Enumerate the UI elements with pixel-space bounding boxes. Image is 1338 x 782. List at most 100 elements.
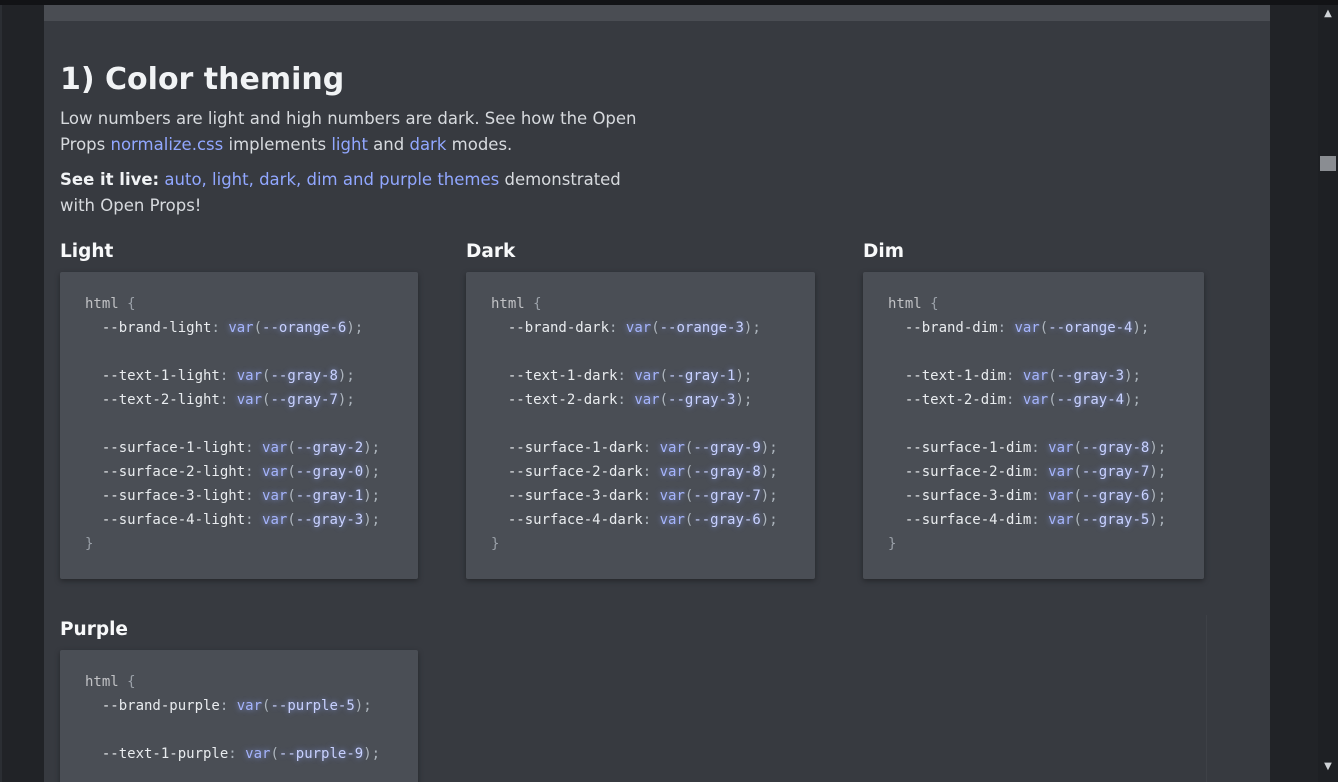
code-brace: { (127, 674, 136, 690)
code-variable: --gray-8 (270, 368, 338, 384)
vertical-scrollbar[interactable]: ▲ ▼ (1318, 5, 1338, 782)
code-brace: { (127, 296, 136, 312)
dark-link[interactable]: dark (409, 135, 446, 154)
code-semicolon: ; (371, 464, 381, 480)
code-colon: : (211, 320, 220, 336)
code-function: var (228, 320, 254, 336)
code-line: --surface-3-dim: var(--gray-6); (888, 484, 1179, 508)
code-semicolon: ; (1157, 488, 1167, 504)
code-paren: ) (1149, 464, 1158, 480)
content-top-bar (44, 5, 1270, 21)
code-paren: ( (270, 746, 279, 762)
code-colon: : (617, 368, 626, 384)
code-paren: ( (287, 440, 296, 456)
code-colon: : (245, 488, 254, 504)
code-paren: ) (760, 464, 770, 480)
code-paren: ) (760, 440, 770, 456)
code-colon: : (228, 746, 237, 762)
see-it-live-label: See it live: (60, 170, 160, 189)
code-colon: : (219, 698, 229, 714)
code-text: html { --brand-dim: var(--orange-4); --t… (863, 272, 1204, 576)
code-variable: --gray-7 (693, 488, 761, 504)
theme-heading-light: Light (60, 241, 114, 262)
code-variable: --gray-8 (1081, 440, 1150, 456)
code-function: var (659, 464, 685, 480)
code-brace: { (930, 296, 939, 312)
code-text: html { --brand-purple: var(--purple-5); … (60, 650, 418, 782)
code-paren: ( (253, 320, 263, 336)
intro-paragraph: Low numbers are light and high numbers a… (60, 106, 645, 158)
code-semicolon: ; (1157, 464, 1167, 480)
code-property: --surface-1-dim (904, 440, 1032, 456)
code-block-purple: html { --brand-purple: var(--purple-5); … (60, 650, 418, 782)
code-line: html { (491, 292, 790, 316)
normalize-css-link[interactable]: normalize.css (111, 135, 224, 154)
code-function: var (1048, 440, 1074, 456)
code-paren: ) (363, 746, 372, 762)
code-paren: ( (1073, 440, 1082, 456)
code-semicolon: ; (769, 440, 778, 456)
divider (1206, 615, 1207, 782)
scroll-down-arrow-icon[interactable]: ▼ (1318, 760, 1338, 774)
theme-heading-purple: Purple (60, 619, 128, 640)
code-paren: ( (1073, 512, 1082, 528)
code-selector: html (85, 296, 119, 312)
code-variable: --gray-1 (295, 488, 364, 504)
code-paren: ) (1124, 368, 1133, 384)
scroll-up-arrow-icon[interactable]: ▲ (1318, 7, 1338, 21)
code-property: --text-2-dark (507, 392, 618, 408)
code-function: var (659, 488, 685, 504)
code-block-dim: html { --brand-dim: var(--orange-4); --t… (863, 272, 1204, 579)
code-semicolon: ; (1140, 320, 1150, 336)
code-line: html { (85, 292, 393, 316)
code-variable: --gray-7 (270, 392, 338, 408)
code-property: --text-1-dark (507, 368, 618, 384)
left-gutter (0, 5, 46, 782)
code-line: --surface-4-dark: var(--gray-6); (491, 508, 790, 532)
code-function: var (262, 512, 288, 528)
code-function: var (262, 440, 288, 456)
code-semicolon: ; (363, 698, 372, 714)
code-semicolon: ; (1132, 392, 1141, 408)
light-link[interactable]: light (331, 135, 368, 154)
code-property: --surface-4-dim (904, 512, 1032, 528)
code-function: var (236, 392, 263, 408)
code-selector: html (85, 674, 119, 690)
intro-text-after: modes. (446, 135, 513, 154)
code-paren: ) (1149, 440, 1158, 456)
code-property: --brand-dark (507, 320, 610, 336)
code-line: } (85, 532, 393, 556)
code-line: --text-1-dim: var(--gray-3); (888, 364, 1179, 388)
code-semicolon: ; (371, 746, 381, 762)
code-variable: --gray-3 (295, 512, 364, 528)
code-paren: ) (1132, 320, 1141, 336)
code-variable: --purple-5 (270, 698, 355, 714)
code-line: --surface-3-light: var(--gray-1); (85, 484, 393, 508)
code-property: --surface-3-light (101, 488, 246, 504)
code-semicolon: ; (1157, 512, 1167, 528)
code-property: --surface-4-dark (507, 512, 643, 528)
code-variable: --gray-7 (1081, 464, 1150, 480)
code-brace: { (533, 296, 542, 312)
code-colon: : (642, 512, 652, 528)
code-paren: ( (1039, 320, 1049, 336)
code-paren: ) (346, 320, 355, 336)
code-semicolon: ; (752, 320, 761, 336)
code-function: var (236, 698, 263, 714)
code-function: var (659, 440, 685, 456)
code-paren: ( (1073, 464, 1082, 480)
code-colon: : (997, 320, 1007, 336)
code-colon: : (245, 440, 254, 456)
code-line: --brand-light: var(--orange-6); (85, 316, 393, 340)
themes-demo-link[interactable]: auto, light, dark, dim and purple themes (164, 170, 499, 189)
code-colon: : (1031, 488, 1040, 504)
scrollbar-thumb[interactable] (1320, 156, 1336, 171)
code-variable: --gray-2 (295, 440, 364, 456)
code-paren: ( (287, 464, 296, 480)
code-variable: --gray-0 (295, 464, 364, 480)
code-colon: : (1031, 464, 1040, 480)
right-gutter (1270, 5, 1318, 782)
